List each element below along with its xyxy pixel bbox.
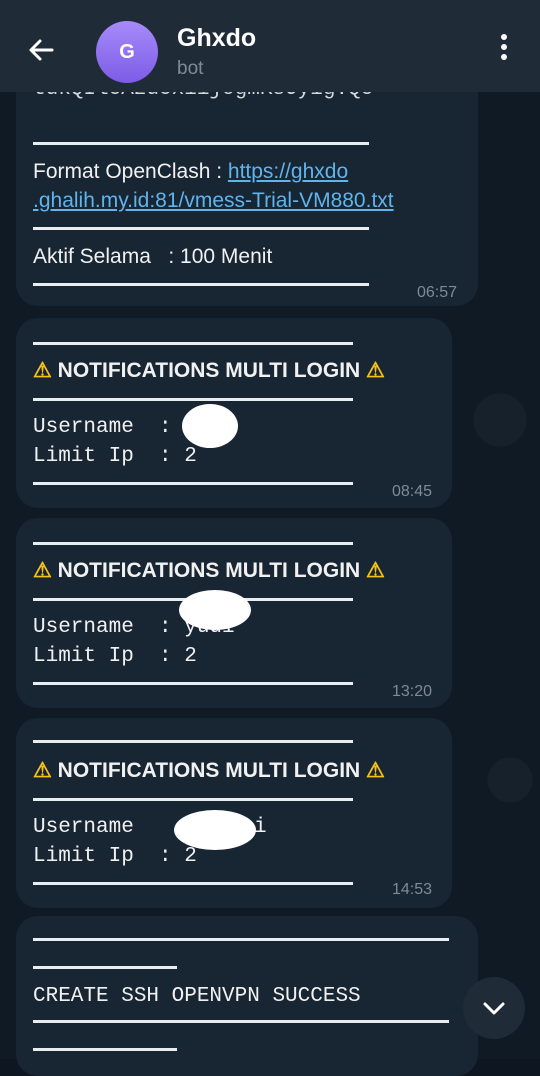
- divider: [33, 227, 369, 230]
- message-bubble[interactable]: ⚠ NOTIFICATIONS MULTI LOGIN ⚠ Username :…: [16, 518, 452, 708]
- divider: [33, 966, 177, 969]
- redaction-blob: [179, 590, 251, 630]
- limit-ip-line: Limit Ip : 2: [33, 645, 197, 668]
- message-time: 13:20: [392, 683, 433, 700]
- divider: [33, 798, 353, 801]
- message-time: 14:53: [392, 881, 433, 898]
- divider: [33, 142, 369, 145]
- chat-subtitle: bot: [177, 58, 204, 79]
- notification-heading-text: NOTIFICATIONS MULTI LOGIN: [57, 759, 361, 782]
- limit-ip-line: Limit Ip : 2: [33, 845, 197, 868]
- format-label: Format OpenClash :: [33, 160, 228, 183]
- username-tail: i: [254, 816, 267, 839]
- divider: [33, 682, 353, 685]
- active-duration: Aktif Selama : 100 Menit: [33, 245, 273, 268]
- notification-heading-text: NOTIFICATIONS MULTI LOGIN: [57, 359, 361, 382]
- divider: [33, 882, 353, 885]
- format-link[interactable]: https://ghxdo: [228, 160, 348, 183]
- warning-icon: ⚠: [33, 359, 52, 382]
- divider: [33, 342, 353, 345]
- notification-heading: ⚠ NOTIFICATIONS MULTI LOGIN ⚠: [33, 358, 385, 383]
- message-time: 08:45: [392, 483, 433, 500]
- username-line: Username :: [33, 416, 172, 439]
- scroll-down-button[interactable]: [463, 977, 525, 1039]
- divider: [33, 938, 449, 941]
- divider: [33, 482, 353, 485]
- divider: [33, 740, 353, 743]
- warning-icon: ⚠: [366, 559, 385, 582]
- divider: [33, 1020, 449, 1023]
- format-line: Format OpenClash : https://ghxdo: [33, 160, 348, 184]
- divider: [33, 283, 369, 286]
- success-line: CREATE SSH OPENVPN SUCCESS: [33, 985, 361, 1008]
- username-line: Username: [33, 816, 172, 839]
- message-bubble[interactable]: ⚠ NOTIFICATIONS MULTI LOGIN ⚠ Username :…: [16, 318, 452, 508]
- limit-ip-line: Limit Ip : 2: [33, 445, 197, 468]
- message-time: 06:57: [417, 284, 458, 301]
- warning-icon: ⚠: [366, 759, 385, 782]
- chat-title[interactable]: Ghxdo: [177, 24, 256, 53]
- divider: [33, 398, 353, 401]
- redaction-blob: [182, 404, 238, 448]
- back-arrow-icon[interactable]: [22, 30, 62, 70]
- redaction-blob: [174, 810, 256, 850]
- warning-icon: ⚠: [366, 359, 385, 382]
- divider: [33, 542, 353, 545]
- avatar[interactable]: G: [96, 21, 158, 83]
- format-link-continued[interactable]: .ghalih.my.id:81/vmess-Trial-VM880.txt: [33, 189, 394, 213]
- message-bubble[interactable]: ⚠ NOTIFICATIONS MULTI LOGIN ⚠ Username i…: [16, 718, 452, 908]
- notification-heading: ⚠ NOTIFICATIONS MULTI LOGIN ⚠: [33, 558, 385, 583]
- chat-header: G Ghxdo bot: [0, 0, 540, 92]
- message-bubble[interactable]: CREATE SSH OPENVPN SUCCESS: [16, 916, 478, 1076]
- more-options-icon[interactable]: [492, 34, 516, 70]
- notification-heading-text: NOTIFICATIONS MULTI LOGIN: [57, 559, 361, 582]
- divider: [33, 1048, 177, 1051]
- warning-icon: ⚠: [33, 759, 52, 782]
- warning-icon: ⚠: [33, 559, 52, 582]
- message-bubble[interactable]: tdkQIlcAzucxiijogmKsOyig:Qc Format OpenC…: [16, 70, 478, 306]
- notification-heading: ⚠ NOTIFICATIONS MULTI LOGIN ⚠: [33, 758, 385, 783]
- chevron-down-icon: [483, 1002, 505, 1015]
